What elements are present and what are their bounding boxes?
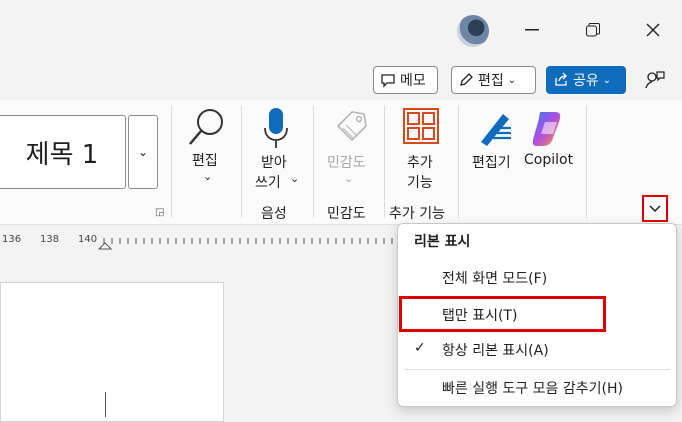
ruler-mark: 138 bbox=[40, 234, 60, 245]
feedback-button[interactable] bbox=[644, 69, 666, 91]
group-separator bbox=[171, 106, 172, 218]
share-icon bbox=[555, 72, 567, 86]
sensitivity-label: 민감도 bbox=[327, 155, 366, 171]
addins-button[interactable] bbox=[403, 108, 439, 148]
text-cursor bbox=[105, 392, 106, 417]
group-separator bbox=[586, 106, 587, 218]
restore-icon bbox=[586, 23, 600, 37]
close-button[interactable] bbox=[638, 18, 668, 42]
dictate-button[interactable] bbox=[262, 106, 290, 154]
chevron-down-icon: ⌄ bbox=[344, 172, 354, 185]
ruler-mark: 136 bbox=[2, 234, 22, 245]
menu-item-label: 항상 리본 표시(A) bbox=[442, 343, 549, 359]
chevron-down-icon: ⌄ bbox=[507, 74, 517, 86]
indent-marker-icon[interactable] bbox=[98, 242, 112, 250]
group-label-addins: 추가 기능 bbox=[389, 206, 445, 222]
style-gallery-expand-button[interactable]: ⌄ bbox=[128, 115, 158, 189]
group-separator bbox=[384, 106, 385, 218]
menu-item-label: 빠른 실행 도구 모음 감추기(H) bbox=[442, 381, 623, 397]
menu-title: 리본 표시 bbox=[414, 234, 471, 250]
pencil-icon bbox=[460, 73, 473, 86]
minimize-icon bbox=[525, 29, 539, 31]
menu-item-full-screen-mode[interactable]: 전체 화면 모드(F) bbox=[398, 261, 676, 293]
chevron-down-icon bbox=[649, 204, 661, 212]
editing-mode-button[interactable]: 편집 ⌄ bbox=[451, 66, 536, 94]
highlight-box bbox=[399, 296, 606, 332]
styles-dialog-launcher-icon[interactable]: ◲ bbox=[155, 207, 164, 218]
person-feedback-icon bbox=[645, 71, 665, 89]
dictate-label-line2: 쓰기 bbox=[255, 175, 281, 191]
comments-button[interactable]: 메모 bbox=[373, 66, 438, 94]
magnifier-icon bbox=[189, 109, 223, 145]
group-separator bbox=[313, 106, 314, 218]
microphone-icon bbox=[264, 108, 288, 148]
style-gallery[interactable]: 제목 1 bbox=[0, 115, 126, 189]
chevron-down-icon: ⌄ bbox=[602, 74, 612, 86]
copilot-label: Copilot bbox=[524, 152, 574, 168]
sensitivity-tag-icon bbox=[336, 111, 367, 142]
group-label-sensitivity: 민감도 bbox=[327, 206, 366, 222]
addins-grid-icon bbox=[403, 108, 439, 144]
editor-button[interactable] bbox=[475, 108, 515, 152]
copilot-icon bbox=[532, 112, 561, 146]
close-icon bbox=[646, 23, 660, 37]
group-separator bbox=[241, 106, 242, 218]
comments-label: 메모 bbox=[400, 73, 426, 89]
editing-mode-label: 편집 bbox=[478, 73, 504, 89]
style-gallery-value: 제목 1 bbox=[25, 139, 99, 170]
minimize-button[interactable] bbox=[517, 18, 547, 42]
chevron-down-icon: ⌄ bbox=[290, 172, 300, 185]
sensitivity-button bbox=[334, 108, 368, 152]
group-separator bbox=[458, 106, 459, 218]
menu-item-hide-quick-access-toolbar[interactable]: 빠른 실행 도구 모음 감추기(H) bbox=[398, 372, 676, 404]
group-label-voice: 음성 bbox=[261, 206, 287, 222]
addins-label-line1: 추가 bbox=[407, 155, 433, 171]
menu-item-always-show-ribbon[interactable]: ✓ 항상 리본 표시(A) bbox=[398, 333, 676, 365]
editor-pen-icon bbox=[481, 114, 511, 146]
restore-button[interactable] bbox=[578, 18, 608, 42]
comment-icon bbox=[381, 74, 395, 88]
copilot-button[interactable] bbox=[531, 108, 569, 152]
horizontal-ruler[interactable]: 136 138 140 bbox=[0, 230, 400, 250]
menu-divider bbox=[404, 369, 670, 370]
ribbon-display-options-button[interactable] bbox=[642, 195, 668, 222]
dictate-label-line1: 받아 bbox=[261, 155, 287, 171]
ruler-ticks bbox=[103, 238, 393, 244]
find-edit-button[interactable] bbox=[186, 106, 226, 154]
addins-label-line2: 기능 bbox=[407, 175, 433, 191]
user-avatar[interactable] bbox=[457, 15, 489, 47]
menu-item-label: 전체 화면 모드(F) bbox=[442, 271, 548, 287]
document-page[interactable] bbox=[0, 282, 224, 422]
share-button[interactable]: 공유 ⌄ bbox=[546, 66, 626, 94]
editor-label: 편집기 bbox=[472, 155, 511, 171]
find-edit-label: 편집 bbox=[192, 153, 218, 169]
chevron-down-icon: ⌄ bbox=[203, 170, 213, 183]
chevron-down-icon: ⌄ bbox=[137, 145, 149, 159]
ruler-mark: 140 bbox=[78, 234, 98, 245]
checkmark-icon: ✓ bbox=[414, 340, 426, 356]
share-label: 공유 bbox=[573, 73, 599, 89]
